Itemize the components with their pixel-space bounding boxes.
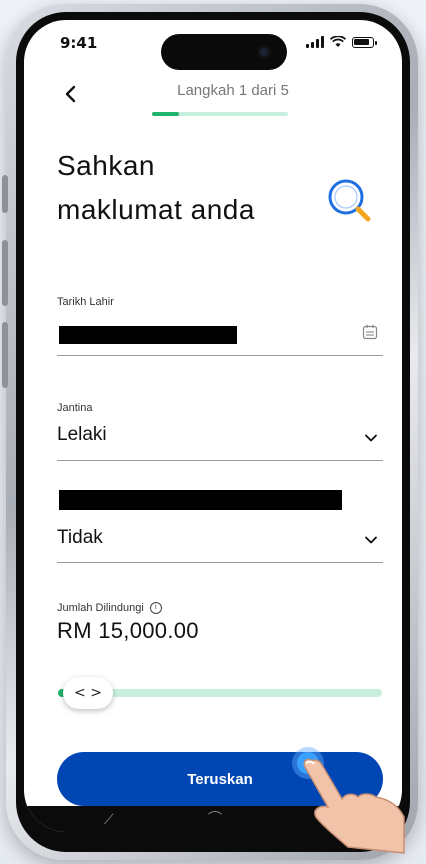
wifi-icon — [330, 36, 346, 47]
mute-switch — [2, 175, 8, 213]
volume-down-button — [2, 322, 8, 388]
sum-assured-label-row: Jumlah Dilindungi i — [57, 602, 162, 615]
page-title: Sahkan maklumat anda — [57, 150, 255, 225]
step-progress-fill — [152, 112, 180, 116]
battery-icon — [352, 36, 377, 48]
volume-up-button — [2, 240, 8, 306]
sum-assured-value: RM 15,000.00 — [57, 618, 199, 643]
status-time: 9:41 — [60, 34, 98, 52]
sum-assured-label: Jumlah Dilindungi — [57, 602, 144, 614]
smoker-dropdown[interactable] — [57, 520, 383, 562]
pointing-hand-icon — [303, 758, 405, 854]
dob-label: Tarikh Lahir — [57, 296, 114, 308]
slider-arrows-icon: < > — [74, 685, 102, 701]
info-icon[interactable]: i — [149, 602, 162, 615]
step-progress-bar — [152, 112, 288, 116]
nav-home-icon[interactable]: ⌒ — [208, 808, 222, 828]
gender-field-underline — [57, 460, 383, 461]
camera-icon — [257, 45, 271, 59]
smoker-label-redacted — [59, 490, 342, 510]
cellular-signal-icon — [306, 36, 324, 48]
dynamic-island — [161, 34, 287, 70]
gender-label: Jantina — [57, 402, 93, 414]
dob-field[interactable] — [57, 316, 383, 356]
step-indicator-label: Langkah 1 dari 5 — [177, 82, 289, 99]
sum-assured-slider-thumb[interactable]: < > — [63, 677, 113, 709]
smoker-field-underline — [57, 562, 383, 563]
gender-dropdown[interactable] — [57, 418, 383, 460]
magnifier-illustration-icon — [328, 179, 371, 222]
app-screen: 9:41 Langkah 1 dari 5 Sahkan maklumat an… — [24, 20, 402, 832]
status-icons — [306, 36, 377, 48]
nav-back-icon[interactable]: ⟋ — [104, 812, 114, 828]
